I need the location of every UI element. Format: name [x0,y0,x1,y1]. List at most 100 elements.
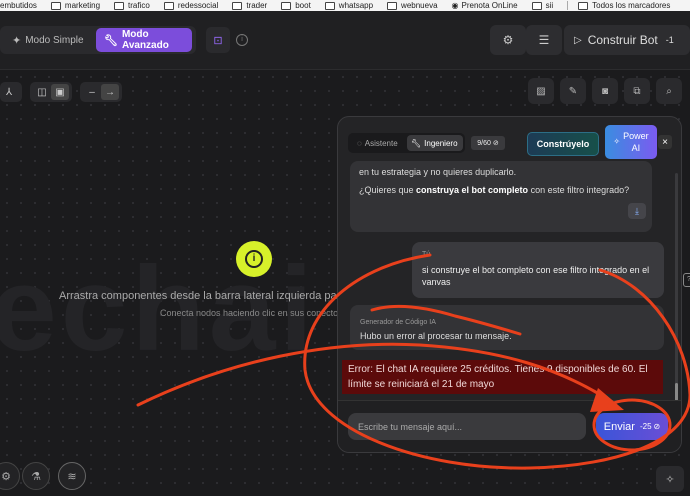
bookmark-label: embutidos [0,1,37,10]
coin-icon: ⊘ [653,422,661,431]
bot-icon-button[interactable]: ⊡ [206,27,230,53]
grid-settings-icon: ⚙ [502,33,514,47]
build-bot-label: Construir Bot [587,33,658,47]
bookmark-label: whatsapp [338,1,374,10]
chat-scrollbar[interactable] [675,173,678,399]
bookmark-label: Todos los marcadores [592,1,671,10]
chat-scrollbar-thumb[interactable] [675,383,678,401]
line-icon: – [89,86,95,98]
search-icon: ⌕ [666,85,672,97]
info-circle-icon: i [245,250,263,268]
split-icon: ◫ [37,86,47,98]
panel-icon: ▣ [55,86,65,98]
camera-button[interactable]: ◙ [592,78,618,104]
close-button[interactable]: × [658,135,672,149]
mode-simple-button[interactable]: ✦ Modo Simple [4,28,90,52]
folder-icon [578,1,589,10]
menu-button[interactable]: ☰ [526,25,562,55]
folder-icon [531,1,542,10]
canvas-empty-subtitle: Conecta nodos haciendo clic en sus conec… [160,308,339,318]
info-icon[interactable]: i [236,34,248,46]
question-suffix: con este filtro integrado? [528,185,630,195]
bookmark-label: trader [246,1,268,10]
tab-engineer-label: Ingeniero [424,138,458,148]
ai-message-question: ¿Quieres que construya el bot completo c… [359,185,629,195]
copy-icon: ⧉ [633,85,641,97]
close-icon: × [662,136,668,148]
edit-icon: ✎ [568,85,578,97]
search-button[interactable]: ⌕ [656,78,682,104]
power-label-line2: AI [631,143,641,153]
bookmark-webnueva[interactable]: webnueva [387,1,438,10]
construir-button[interactable]: Constrúyelo [527,132,599,156]
wrench-icon: 🔧︎ [411,138,422,148]
bookmark-all[interactable]: Todos los marcadores [578,1,670,10]
image-button[interactable]: ▨ [528,78,554,104]
ai-error-message: Generador de Código IA Hubo un error al … [350,305,664,350]
message-input[interactable] [348,413,586,440]
bookmark-label: sii [545,1,554,10]
download-button[interactable]: ⤓ [628,203,646,219]
view-split-button[interactable]: ◫ [33,84,51,100]
magic-button[interactable]: ✧ [656,466,684,492]
ai-message-text: en tu estrategia y no quieres duplicarlo… [359,167,517,177]
help-icon[interactable]: ? [683,273,690,287]
copy-button[interactable]: ⧉ [624,78,650,104]
sparkle-icon: ✦ [12,34,22,47]
layout-control: ⅄ [0,82,22,102]
send-button[interactable]: Enviar -25 ⊘ [596,413,668,440]
folder-icon [281,1,292,10]
settings-button[interactable]: ⚙ [490,25,526,55]
bookmark-boot[interactable]: boot [281,1,311,10]
bookmark-marketing[interactable]: marketing [50,1,101,10]
send-cost: -25 [639,422,652,431]
canvas-info-button[interactable]: i [236,241,272,277]
bottom-control-flask[interactable]: ⚗ [22,462,50,490]
menu-icon: ☰ [538,33,550,47]
bookmark-sii[interactable]: sii [531,1,554,10]
user-message-text: si construye el bot completo con ese fil… [422,265,650,287]
bookmark-trafico[interactable]: trafico [114,1,150,10]
credits-badge: 9/60 ⊘ [471,136,505,150]
edit-button[interactable]: ✎ [560,78,586,104]
view-toggle: ◫ ▣ [30,82,72,102]
view-panel-button[interactable]: ▣ [51,84,69,100]
credits-value: 9/60 [477,139,491,147]
ai-chat-panel: ◌ Asistente 🔧︎ Ingeniero 9/60 ⊘ Constrúy… [337,116,682,453]
branch-icon: ⅄ [5,86,13,98]
bookmark-label: boot [295,1,311,10]
bookmark-redessocial[interactable]: redessocial [163,1,218,10]
edge-arrow-button[interactable]: → [101,84,119,100]
power-label-line1: Power [623,131,649,141]
question-bold: construya el bot completo [416,185,529,195]
mode-advanced-button[interactable]: 🔧︎ Modo Avanzado [96,28,192,52]
bookmark-trader[interactable]: trader [232,1,267,10]
folder-icon [50,1,61,10]
settings-icon: ⚙ [1,470,11,483]
top-toolbar: ✦ Modo Simple 🔧︎ Modo Avanzado ⊡ i ⚙ ☰ ▷… [0,11,690,70]
bookmark-whatsapp[interactable]: whatsapp [324,1,374,10]
bookmark-embutidos[interactable]: embutidos [0,1,37,10]
ai-message-text: Hubo un error al procesar tu mensaje. [360,331,512,341]
bottom-control-audio[interactable]: ≋ [58,462,86,490]
question-prefix: ¿Quieres que [359,185,417,195]
bookmarks-bar: embutidos marketing trafico redessocial … [0,0,690,11]
bookmark-prenota[interactable]: ◉ Prenota OnLine [452,1,518,10]
power-ai-button[interactable]: ✧ Power AI [605,125,657,159]
folder-icon [232,1,243,10]
bookmark-label: marketing [64,1,101,10]
branch-button[interactable]: ⅄ [0,84,18,100]
error-banner: Error: El chat IA requiere 25 créditos. … [342,360,663,394]
tab-assistant-label: Asistente [364,138,398,148]
construir-label: Constrúyelo [536,139,590,149]
ai-message: en tu estrategia y no quieres duplicarlo… [350,161,652,232]
tab-assistant[interactable]: ◌ Asistente [353,135,405,151]
edge-style-toggle: – → [80,82,122,102]
image-icon: ▨ [536,85,546,97]
edge-line-button[interactable]: – [83,84,101,100]
arrow-right-icon: → [105,86,115,98]
mode-switch: ✦ Modo Simple 🔧︎ Modo Avanzado [0,26,196,54]
build-bot-button[interactable]: ▷ Construir Bot -1 [564,25,690,55]
mode-advanced-label: Modo Avanzado [121,29,169,51]
tab-engineer[interactable]: 🔧︎ Ingeniero [407,135,463,151]
